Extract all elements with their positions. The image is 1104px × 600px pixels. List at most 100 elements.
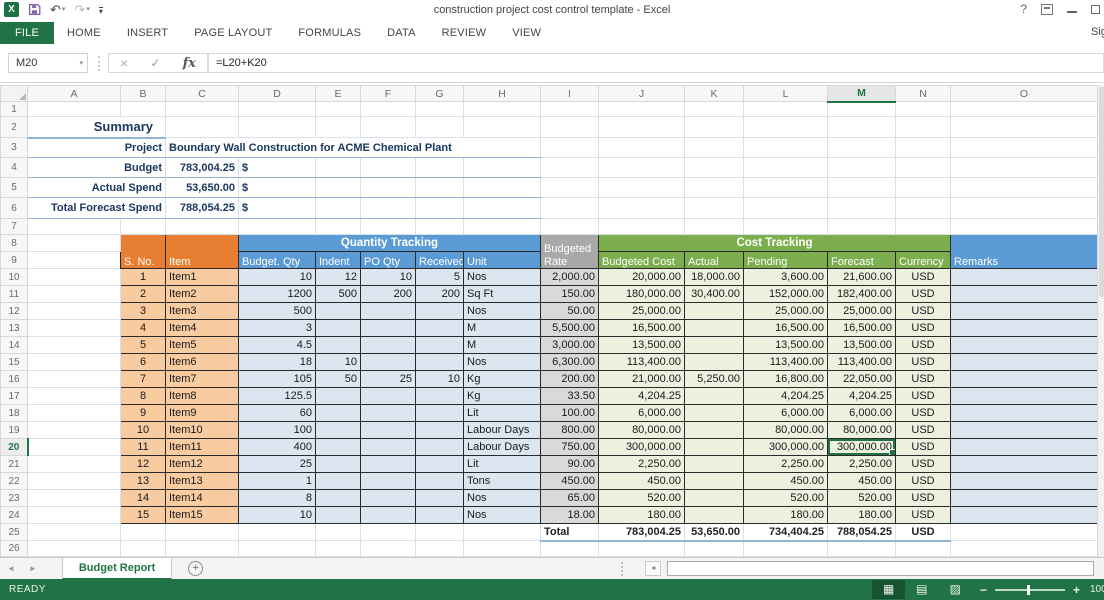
cell[interactable] — [464, 198, 541, 219]
row-header-11[interactable]: 11 — [1, 286, 28, 303]
cell[interactable]: 300,000.00 — [599, 439, 685, 456]
cell[interactable] — [951, 117, 1098, 138]
cell-currency[interactable]: USD — [896, 354, 951, 371]
zoom-out-button[interactable]: − — [972, 583, 995, 597]
cell[interactable]: 125.5 — [239, 388, 316, 405]
cell[interactable] — [28, 269, 121, 286]
cell[interactable] — [28, 371, 121, 388]
cell[interactable] — [28, 541, 121, 557]
subheader-forecast[interactable]: Forecast — [828, 252, 896, 269]
cell-unit[interactable]: Nos — [464, 303, 541, 320]
cell-rate[interactable]: 100.00 — [541, 405, 599, 422]
cell-currency[interactable]: USD — [896, 388, 951, 405]
cell-remarks[interactable] — [951, 371, 1098, 388]
cell[interactable] — [416, 178, 464, 198]
cell[interactable]: 450.00 — [599, 473, 685, 490]
cell[interactable] — [239, 524, 316, 541]
cell-forecast[interactable]: 25,000.00 — [828, 303, 896, 320]
subheader-indent[interactable]: Indent — [316, 252, 361, 269]
row-header-14[interactable]: 14 — [1, 337, 28, 354]
cell[interactable] — [316, 524, 361, 541]
cell[interactable] — [464, 178, 541, 198]
cell[interactable] — [416, 117, 464, 138]
cell[interactable] — [316, 507, 361, 524]
cell-rate[interactable]: 50.00 — [541, 303, 599, 320]
cell[interactable] — [828, 541, 896, 557]
cell[interactable]: 450.00 — [744, 473, 828, 490]
cell-sno[interactable]: 12 — [121, 456, 166, 473]
cell-remarks[interactable] — [951, 456, 1098, 473]
insert-function-icon[interactable]: fx — [183, 56, 196, 71]
horizontal-scrollbar-thumb[interactable] — [667, 561, 1094, 576]
cell[interactable] — [744, 198, 828, 219]
cell[interactable] — [316, 490, 361, 507]
cell[interactable]: 1200 — [239, 286, 316, 303]
row-header-7[interactable]: 7 — [1, 219, 28, 235]
cell-remarks[interactable] — [951, 490, 1098, 507]
cell-remarks[interactable] — [951, 388, 1098, 405]
cell[interactable] — [361, 320, 416, 337]
zoom-in-button[interactable]: + — [1065, 583, 1088, 597]
cell[interactable]: 10 — [239, 507, 316, 524]
cell[interactable] — [685, 178, 744, 198]
cell[interactable] — [685, 473, 744, 490]
row-header-21[interactable]: 21 — [1, 456, 28, 473]
cell[interactable] — [541, 178, 599, 198]
row-header-17[interactable]: 17 — [1, 388, 28, 405]
new-sheet-button[interactable]: + — [188, 561, 203, 576]
cell[interactable] — [541, 158, 599, 178]
normal-view-icon[interactable]: ▦ — [872, 580, 905, 599]
cell[interactable] — [361, 158, 416, 178]
cell[interactable]: 100 — [239, 422, 316, 439]
cell[interactable] — [316, 198, 361, 219]
cell[interactable] — [361, 473, 416, 490]
row-header-2[interactable]: 2 — [1, 117, 28, 138]
cell[interactable] — [951, 524, 1098, 541]
cell[interactable]: 500 — [239, 303, 316, 320]
cell[interactable] — [541, 219, 599, 235]
cell[interactable]: 113,400.00 — [744, 354, 828, 371]
cell[interactable] — [28, 354, 121, 371]
cell-item[interactable]: Item4 — [166, 320, 239, 337]
cell[interactable] — [416, 456, 464, 473]
cell-remarks[interactable] — [951, 405, 1098, 422]
cell[interactable] — [316, 320, 361, 337]
cell-remarks[interactable] — [951, 439, 1098, 456]
summary-label[interactable]: Total Forecast Spend — [28, 198, 166, 219]
cell-forecast[interactable]: 182,400.00 — [828, 286, 896, 303]
cell-sno[interactable]: 3 — [121, 303, 166, 320]
cell-unit[interactable]: Lit — [464, 405, 541, 422]
cell-rate[interactable]: 750.00 — [541, 439, 599, 456]
cell-sno[interactable]: 14 — [121, 490, 166, 507]
cell[interactable] — [28, 235, 121, 252]
subheader-currency[interactable]: Currency — [896, 252, 951, 269]
cell-currency[interactable]: USD — [896, 473, 951, 490]
cell-currency[interactable]: USD — [896, 269, 951, 286]
cell[interactable]: 8 — [239, 490, 316, 507]
row-header-9[interactable]: 9 — [1, 252, 28, 269]
cell[interactable]: 6,000.00 — [599, 405, 685, 422]
cell[interactable] — [416, 337, 464, 354]
summary-unit[interactable]: $ — [239, 158, 316, 178]
cell-item[interactable]: Item15 — [166, 507, 239, 524]
cell[interactable] — [316, 456, 361, 473]
cell[interactable]: 1 — [239, 473, 316, 490]
cell-currency[interactable]: USD — [896, 422, 951, 439]
cell[interactable] — [896, 158, 951, 178]
cell[interactable] — [316, 158, 361, 178]
summary-heading[interactable]: Summary — [28, 117, 166, 138]
vertical-scrollbar[interactable] — [1097, 85, 1104, 557]
cell[interactable] — [361, 388, 416, 405]
cell-item[interactable]: Item3 — [166, 303, 239, 320]
cell-rate[interactable]: 6,300.00 — [541, 354, 599, 371]
cell-currency[interactable]: USD — [896, 303, 951, 320]
cell[interactable] — [316, 178, 361, 198]
cell[interactable] — [685, 102, 744, 117]
cell-unit[interactable]: Sq Ft — [464, 286, 541, 303]
cell[interactable] — [599, 178, 685, 198]
column-header-E[interactable]: E — [316, 86, 361, 102]
cell[interactable]: 25 — [361, 371, 416, 388]
cell-rate[interactable]: 3,000.00 — [541, 337, 599, 354]
name-box[interactable]: M20 ▾ — [8, 53, 88, 73]
cell[interactable] — [28, 388, 121, 405]
